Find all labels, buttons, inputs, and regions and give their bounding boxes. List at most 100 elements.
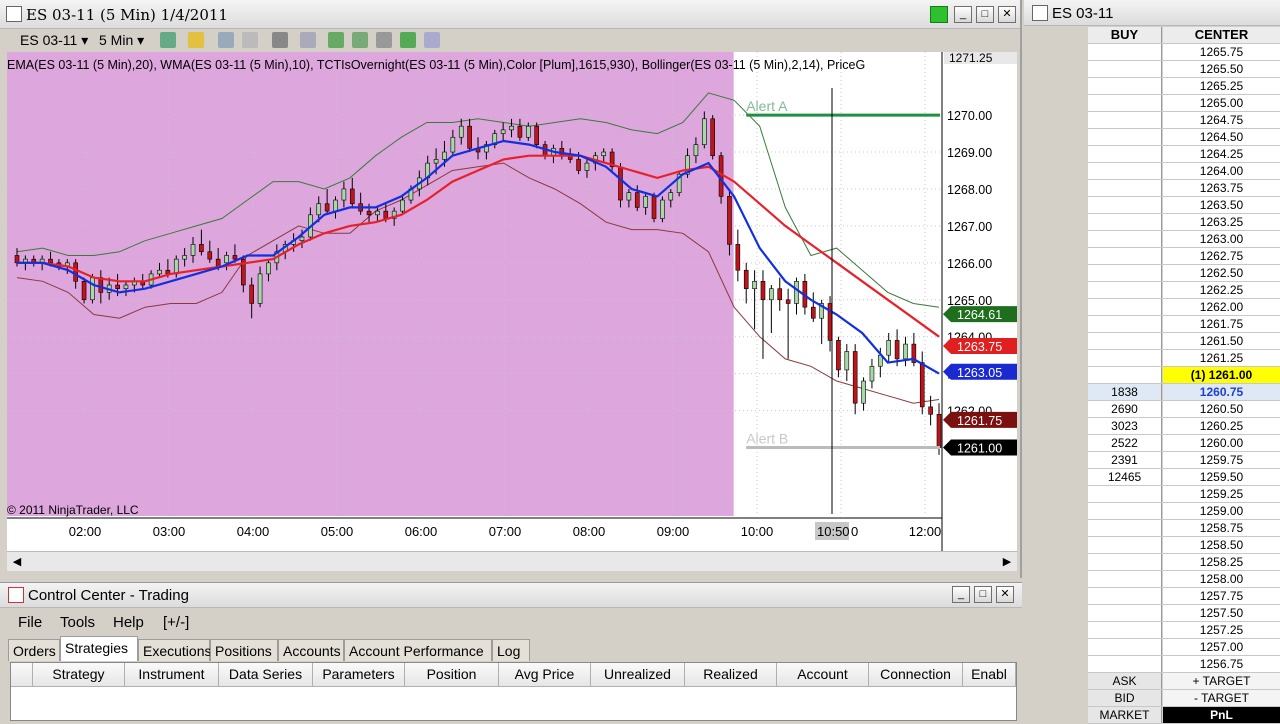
- buy-size-cell[interactable]: [1088, 588, 1162, 604]
- buy-size-cell[interactable]: [1088, 299, 1162, 315]
- price-cell[interactable]: 1264.25: [1163, 146, 1280, 162]
- footer-label[interactable]: ASK: [1088, 673, 1162, 689]
- buy-size-cell[interactable]: [1088, 129, 1162, 145]
- price-cell[interactable]: 1265.50: [1163, 61, 1280, 77]
- superdom-price-row[interactable]: 3023 1260.25: [1088, 418, 1280, 435]
- price-cell[interactable]: 1264.50: [1163, 129, 1280, 145]
- price-cell[interactable]: 1262.00: [1163, 299, 1280, 315]
- price-cell[interactable]: 1263.50: [1163, 197, 1280, 213]
- column-header-data-series[interactable]: Data Series: [219, 663, 313, 687]
- superdom-price-row[interactable]: 1264.25: [1088, 146, 1280, 163]
- price-cell[interactable]: 1262.25: [1163, 282, 1280, 298]
- superdom-price-row[interactable]: 1258.75: [1088, 520, 1280, 537]
- superdom-price-row[interactable]: 1264.75: [1088, 112, 1280, 129]
- tab-orders[interactable]: Orders: [8, 639, 60, 661]
- price-cell[interactable]: 1264.75: [1163, 112, 1280, 128]
- buy-size-cell[interactable]: [1088, 265, 1162, 281]
- price-cell[interactable]: 1257.00: [1163, 639, 1280, 655]
- buy-size-cell[interactable]: [1088, 197, 1162, 213]
- chart-horizontal-scrollbar[interactable]: ◀ ▶: [7, 551, 1017, 571]
- superdom-price-row[interactable]: 1261.50: [1088, 333, 1280, 350]
- column-header-connection[interactable]: Connection: [869, 663, 963, 687]
- superdom-price-row[interactable]: 2522 1260.00: [1088, 435, 1280, 452]
- superdom-price-row[interactable]: 1259.00: [1088, 503, 1280, 520]
- superdom-price-row[interactable]: 1257.00: [1088, 639, 1280, 656]
- link-icon[interactable]: [930, 6, 948, 23]
- price-cell[interactable]: 1259.00: [1163, 503, 1280, 519]
- chart-trader-icon[interactable]: [376, 32, 392, 48]
- superdom-price-row[interactable]: 1259.25: [1088, 486, 1280, 503]
- strategies-grid[interactable]: Strategy Instrument Data Series Paramete…: [10, 662, 1017, 721]
- column-header-unrealized[interactable]: Unrealized: [591, 663, 685, 687]
- buy-size-cell[interactable]: 1838: [1088, 384, 1162, 400]
- cc-maximize-button[interactable]: □: [974, 586, 992, 603]
- superdom-price-row[interactable]: 2391 1259.75: [1088, 452, 1280, 469]
- price-cell[interactable]: 1259.75: [1163, 452, 1280, 468]
- price-cell[interactable]: 1265.00: [1163, 95, 1280, 111]
- column-header-account[interactable]: Account: [777, 663, 869, 687]
- column-header-avg-price[interactable]: Avg Price: [499, 663, 591, 687]
- chart-titlebar[interactable]: ES 03-11 (5 Min) 1/4/2011 _ □ ✕: [0, 0, 1020, 29]
- superdom-footer-row[interactable]: ASK + TARGET: [1088, 673, 1280, 690]
- price-cell[interactable]: 1256.75: [1163, 656, 1280, 672]
- menu-expand[interactable]: [+/-]: [163, 614, 189, 631]
- superdom-price-row[interactable]: 2690 1260.50: [1088, 401, 1280, 418]
- strategies-icon[interactable]: [352, 32, 368, 48]
- minimize-button[interactable]: _: [954, 6, 972, 23]
- buy-size-cell[interactable]: 3023: [1088, 418, 1162, 434]
- superdom-price-row[interactable]: 1263.75: [1088, 180, 1280, 197]
- column-header-instrument[interactable]: Instrument: [125, 663, 219, 687]
- buy-size-cell[interactable]: [1088, 571, 1162, 587]
- drawing-tool-icon[interactable]: [188, 32, 204, 48]
- superdom-price-row[interactable]: 1257.75: [1088, 588, 1280, 605]
- buy-size-cell[interactable]: [1088, 639, 1162, 655]
- buy-size-cell[interactable]: 12465: [1088, 469, 1162, 485]
- price-cell[interactable]: 1260.00: [1163, 435, 1280, 451]
- superdom-price-row[interactable]: 1262.75: [1088, 248, 1280, 265]
- buy-size-cell[interactable]: [1088, 622, 1162, 638]
- buy-size-cell[interactable]: [1088, 554, 1162, 570]
- superdom-price-row[interactable]: 1261.75: [1088, 316, 1280, 333]
- superdom-price-row[interactable]: 1262.00: [1088, 299, 1280, 316]
- control-center-titlebar[interactable]: Control Center - Trading _ □ ✕: [0, 583, 1022, 608]
- superdom-price-row[interactable]: 1262.25: [1088, 282, 1280, 299]
- superdom-price-row[interactable]: (1) 1261.00: [1088, 367, 1280, 384]
- price-cell[interactable]: 1258.00: [1163, 571, 1280, 587]
- superdom-price-row[interactable]: 1265.25: [1088, 78, 1280, 95]
- superdom-footer-row[interactable]: BID - TARGET: [1088, 690, 1280, 707]
- buy-size-cell[interactable]: [1088, 656, 1162, 672]
- price-cell[interactable]: 1259.50: [1163, 469, 1280, 485]
- footer-action[interactable]: + TARGET: [1163, 673, 1280, 689]
- price-cell[interactable]: 1263.25: [1163, 214, 1280, 230]
- buy-size-cell[interactable]: [1088, 282, 1162, 298]
- buy-size-cell[interactable]: [1088, 61, 1162, 77]
- price-cell[interactable]: 1265.75: [1163, 44, 1280, 60]
- superdom-price-row[interactable]: 1264.00: [1088, 163, 1280, 180]
- column-header-realized[interactable]: Realized: [685, 663, 777, 687]
- superdom-titlebar[interactable]: ES 03-11: [1024, 0, 1280, 26]
- price-cell[interactable]: 1261.50: [1163, 333, 1280, 349]
- instrument-selector[interactable]: ES 03-11 ▾: [20, 32, 88, 49]
- superdom-price-row[interactable]: 1262.50: [1088, 265, 1280, 282]
- superdom-ladder[interactable]: BUY CENTER 1265.75 1265.50 1265.25 1265.00 1…: [1088, 27, 1280, 724]
- buy-size-cell[interactable]: 2391: [1088, 452, 1162, 468]
- footer-action[interactable]: - TARGET: [1163, 690, 1280, 706]
- tab-positions[interactable]: Positions: [210, 639, 278, 661]
- price-cell[interactable]: 1262.50: [1163, 265, 1280, 281]
- crosshair-icon[interactable]: [272, 32, 288, 48]
- superdom-price-row[interactable]: 1258.25: [1088, 554, 1280, 571]
- superdom-price-row[interactable]: 1258.00: [1088, 571, 1280, 588]
- price-cell[interactable]: 1260.50: [1163, 401, 1280, 417]
- buy-size-cell[interactable]: [1088, 180, 1162, 196]
- menu-help[interactable]: Help: [113, 614, 144, 631]
- template-icon[interactable]: [424, 32, 440, 48]
- superdom-price-row[interactable]: 1257.50: [1088, 605, 1280, 622]
- buy-size-cell[interactable]: [1088, 503, 1162, 519]
- column-header-position[interactable]: Position: [405, 663, 499, 687]
- column-header-enabled[interactable]: Enabl: [963, 663, 1016, 687]
- interval-selector[interactable]: 5 Min ▾: [99, 32, 144, 49]
- buy-size-cell[interactable]: [1088, 44, 1162, 60]
- buy-size-cell[interactable]: [1088, 95, 1162, 111]
- buy-size-cell[interactable]: [1088, 333, 1162, 349]
- tab-strategies[interactable]: Strategies: [60, 636, 138, 661]
